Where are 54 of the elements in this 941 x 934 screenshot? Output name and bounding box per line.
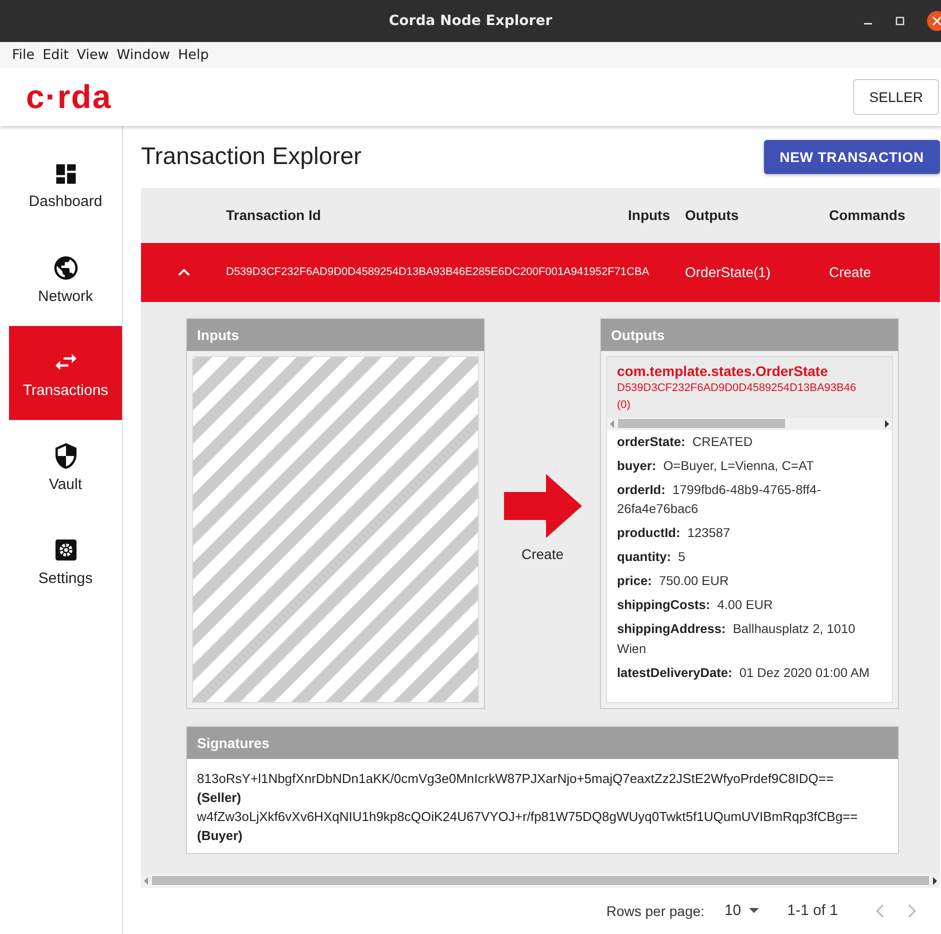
state-field: shippingAddress: Ballhausplatz 2, 1010 Wien bbox=[617, 619, 884, 658]
nav-item[interactable]: Transactions bbox=[9, 326, 122, 420]
state-field: shippingCosts: 4.00 EUR bbox=[617, 595, 884, 615]
maximize-icon[interactable] bbox=[895, 16, 905, 26]
rows-per-page-select[interactable]: 10 bbox=[724, 902, 760, 920]
state-field: orderState: CREATED bbox=[617, 432, 884, 452]
nav-item[interactable]: Vault bbox=[9, 420, 122, 514]
table-row[interactable]: D539D3CF232F6AD9D0D4589254D13BA93B46E285E6DC200F001A941952F71CBA OrderState(1) Create bbox=[141, 242, 940, 302]
state-field: price: 750.00 EUR bbox=[617, 571, 884, 591]
rows-per-page-label: Rows per page: bbox=[606, 902, 704, 919]
close-icon[interactable] bbox=[927, 11, 941, 31]
nav-item[interactable]: Settings bbox=[9, 514, 122, 608]
state-index: (0) bbox=[617, 398, 632, 413]
scrollbar[interactable] bbox=[607, 418, 892, 430]
nav-item[interactable]: Network bbox=[9, 232, 122, 326]
signature-key: w4fZw3oLjXkf6vXv6HXqNIU1h9kp8cQOiK24U67VYOJ+r/fp81W75DQ8gWUyq0Twkt5f1UQumUVIBmRqp3fCBg== bbox=[197, 806, 890, 826]
caret-icon[interactable] bbox=[176, 267, 190, 278]
state-type: com.template.states.OrderState bbox=[617, 362, 829, 380]
page-range: 1-1 of 1 bbox=[787, 902, 838, 920]
menu-item[interactable]: Edit bbox=[42, 47, 69, 63]
menu-item[interactable]: Help bbox=[178, 47, 209, 63]
column-header: Transaction Id bbox=[226, 207, 322, 224]
menu-item[interactable]: View bbox=[76, 47, 109, 63]
state-field: quantity: 5 bbox=[617, 547, 884, 567]
state-field: productId: 123587 bbox=[617, 523, 884, 543]
state-ref: D539D3CF232F6AD9D0D4589254D13BA93B46 bbox=[617, 380, 858, 396]
state-field: latestDeliveryDate: 01 Dez 2020 01:00 AM bbox=[617, 662, 884, 682]
signature-key: 813oRsY+l1NbgfXnrDbNDn1aKK/0cmVg3e0MnIcrkW87PJXarNjo+5majQ7eaxtZz2JStE2WfyoPrdef9C8IDQ== bbox=[197, 768, 890, 788]
column-header: Inputs bbox=[627, 207, 671, 224]
panel-header: Outputs bbox=[601, 318, 898, 351]
nav-item[interactable]: Dashboard bbox=[9, 138, 122, 232]
arrow-icon bbox=[504, 474, 582, 538]
state-field: buyer: O=Buyer, L=Vienna, C=AT bbox=[617, 456, 884, 476]
menu-item[interactable]: File bbox=[12, 47, 35, 63]
signer-label: (Buyer) bbox=[197, 826, 244, 845]
signer-label: (Seller) bbox=[197, 788, 242, 807]
user-button[interactable]: SELLER bbox=[853, 79, 939, 115]
page-title: Transaction Explorer bbox=[141, 142, 362, 171]
table-cell-text: OrderState(1) bbox=[685, 264, 772, 280]
globe-icon bbox=[52, 254, 80, 282]
window-title: Corda Node Explorer bbox=[388, 13, 552, 29]
new-transaction-button[interactable]: NEW TRANSACTION bbox=[764, 140, 940, 174]
logo: c·rda bbox=[26, 78, 112, 116]
column-header: Outputs bbox=[685, 207, 740, 224]
table-cell-text: D539D3CF232F6AD9D0D4589254D13BA93B46E285E6DC200F001A941952F71CBA bbox=[226, 266, 650, 278]
command-label: Create bbox=[521, 546, 564, 562]
scrollbar[interactable] bbox=[141, 874, 940, 888]
dropdown-icon bbox=[749, 908, 760, 914]
panel-header: Inputs bbox=[187, 318, 484, 351]
panel-header: Signatures bbox=[187, 726, 898, 759]
table-cell-text: Create bbox=[829, 264, 872, 280]
menu-item[interactable]: Window bbox=[116, 47, 170, 63]
state-field: orderId: 1799fbd6-48b9-4765-8ff4-26fa4e76bac6 bbox=[617, 480, 884, 519]
column-header: Commands bbox=[829, 207, 906, 224]
